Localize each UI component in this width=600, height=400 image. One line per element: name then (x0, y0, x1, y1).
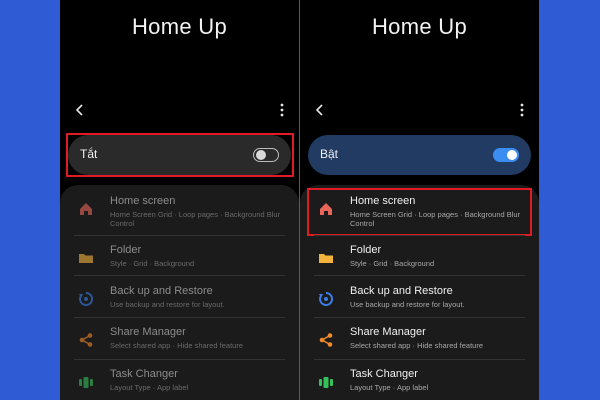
list-item-share-manager: Share Manager Select shared app · Hide s… (60, 324, 299, 364)
toggle-label: Bật (320, 147, 339, 161)
task-changer-icon (79, 377, 93, 388)
item-title: Share Manager (350, 326, 426, 338)
list-item-folder[interactable]: Folder Style · Grid · Background (300, 242, 539, 282)
item-subtitle: Use backup and restore for layout. (350, 300, 465, 309)
share-icon (319, 333, 333, 347)
item-title: Folder (350, 244, 382, 256)
divider (74, 317, 285, 318)
item-subtitle: Layout Type · App label (350, 383, 429, 392)
divider (74, 359, 285, 360)
page-title: Home Up (371, 14, 468, 39)
settings-list: Home screen Home Screen Grid · Loop page… (300, 185, 539, 400)
item-subtitle: Layout Type · App label (110, 383, 189, 392)
folder-icon (79, 254, 93, 263)
item-title: Back up and Restore (350, 285, 453, 297)
share-icon (79, 333, 93, 347)
more-vert-icon[interactable] (277, 100, 287, 120)
phone-screen-disabled: Home Up Tắt Home screen Home Screen Grid… (60, 0, 299, 400)
item-subtitle: Style · Grid · Background (110, 259, 195, 268)
item-title: Share Manager (110, 326, 186, 338)
phone-screen-enabled: Home Up Bật Home screen Home Screen Grid… (300, 0, 539, 400)
item-title: Task Changer (110, 368, 178, 380)
back-arrow-icon[interactable] (72, 100, 88, 120)
divider (74, 235, 285, 236)
divider (74, 275, 285, 276)
master-toggle-row[interactable]: Bật (308, 135, 531, 175)
divider (314, 359, 525, 360)
item-title: Home screen (110, 195, 176, 207)
item-subtitle: Home Screen Grid · Loop pages · Backgrou… (110, 210, 281, 228)
list-item-share-manager[interactable]: Share Manager Select shared app · Hide s… (300, 324, 539, 364)
home-icon (80, 203, 92, 215)
item-title: Task Changer (350, 368, 418, 380)
settings-list: Home screen Home Screen Grid · Loop page… (60, 185, 299, 400)
highlight-box (66, 133, 294, 177)
more-vert-icon[interactable] (517, 100, 527, 120)
switch-knob (507, 150, 517, 160)
highlight-box (307, 188, 532, 236)
list-item-task-changer: Task Changer Layout Type · App label (60, 366, 299, 400)
list-item-home-screen: Home screen Home Screen Grid · Loop page… (60, 193, 299, 233)
item-subtitle: Select shared app · Hide shared feature (350, 341, 483, 350)
list-item-task-changer[interactable]: Task Changer Layout Type · App label (300, 366, 539, 400)
divider (314, 235, 525, 236)
folder-icon (319, 254, 333, 263)
backup-restore-icon (79, 291, 94, 306)
list-item-folder: Folder Style · Grid · Background (60, 242, 299, 282)
master-switch-on[interactable] (493, 148, 519, 162)
item-subtitle: Select shared app · Hide shared feature (110, 341, 243, 350)
item-subtitle: Style · Grid · Background (350, 259, 435, 268)
item-subtitle: Use backup and restore for layout. (110, 300, 225, 309)
item-title: Folder (110, 244, 142, 256)
page-title: Home Up (131, 14, 228, 39)
divider (314, 317, 525, 318)
task-changer-icon (319, 377, 333, 388)
back-arrow-icon[interactable] (312, 100, 328, 120)
item-title: Back up and Restore (110, 285, 213, 297)
divider (314, 275, 525, 276)
backup-restore-icon (319, 291, 334, 306)
